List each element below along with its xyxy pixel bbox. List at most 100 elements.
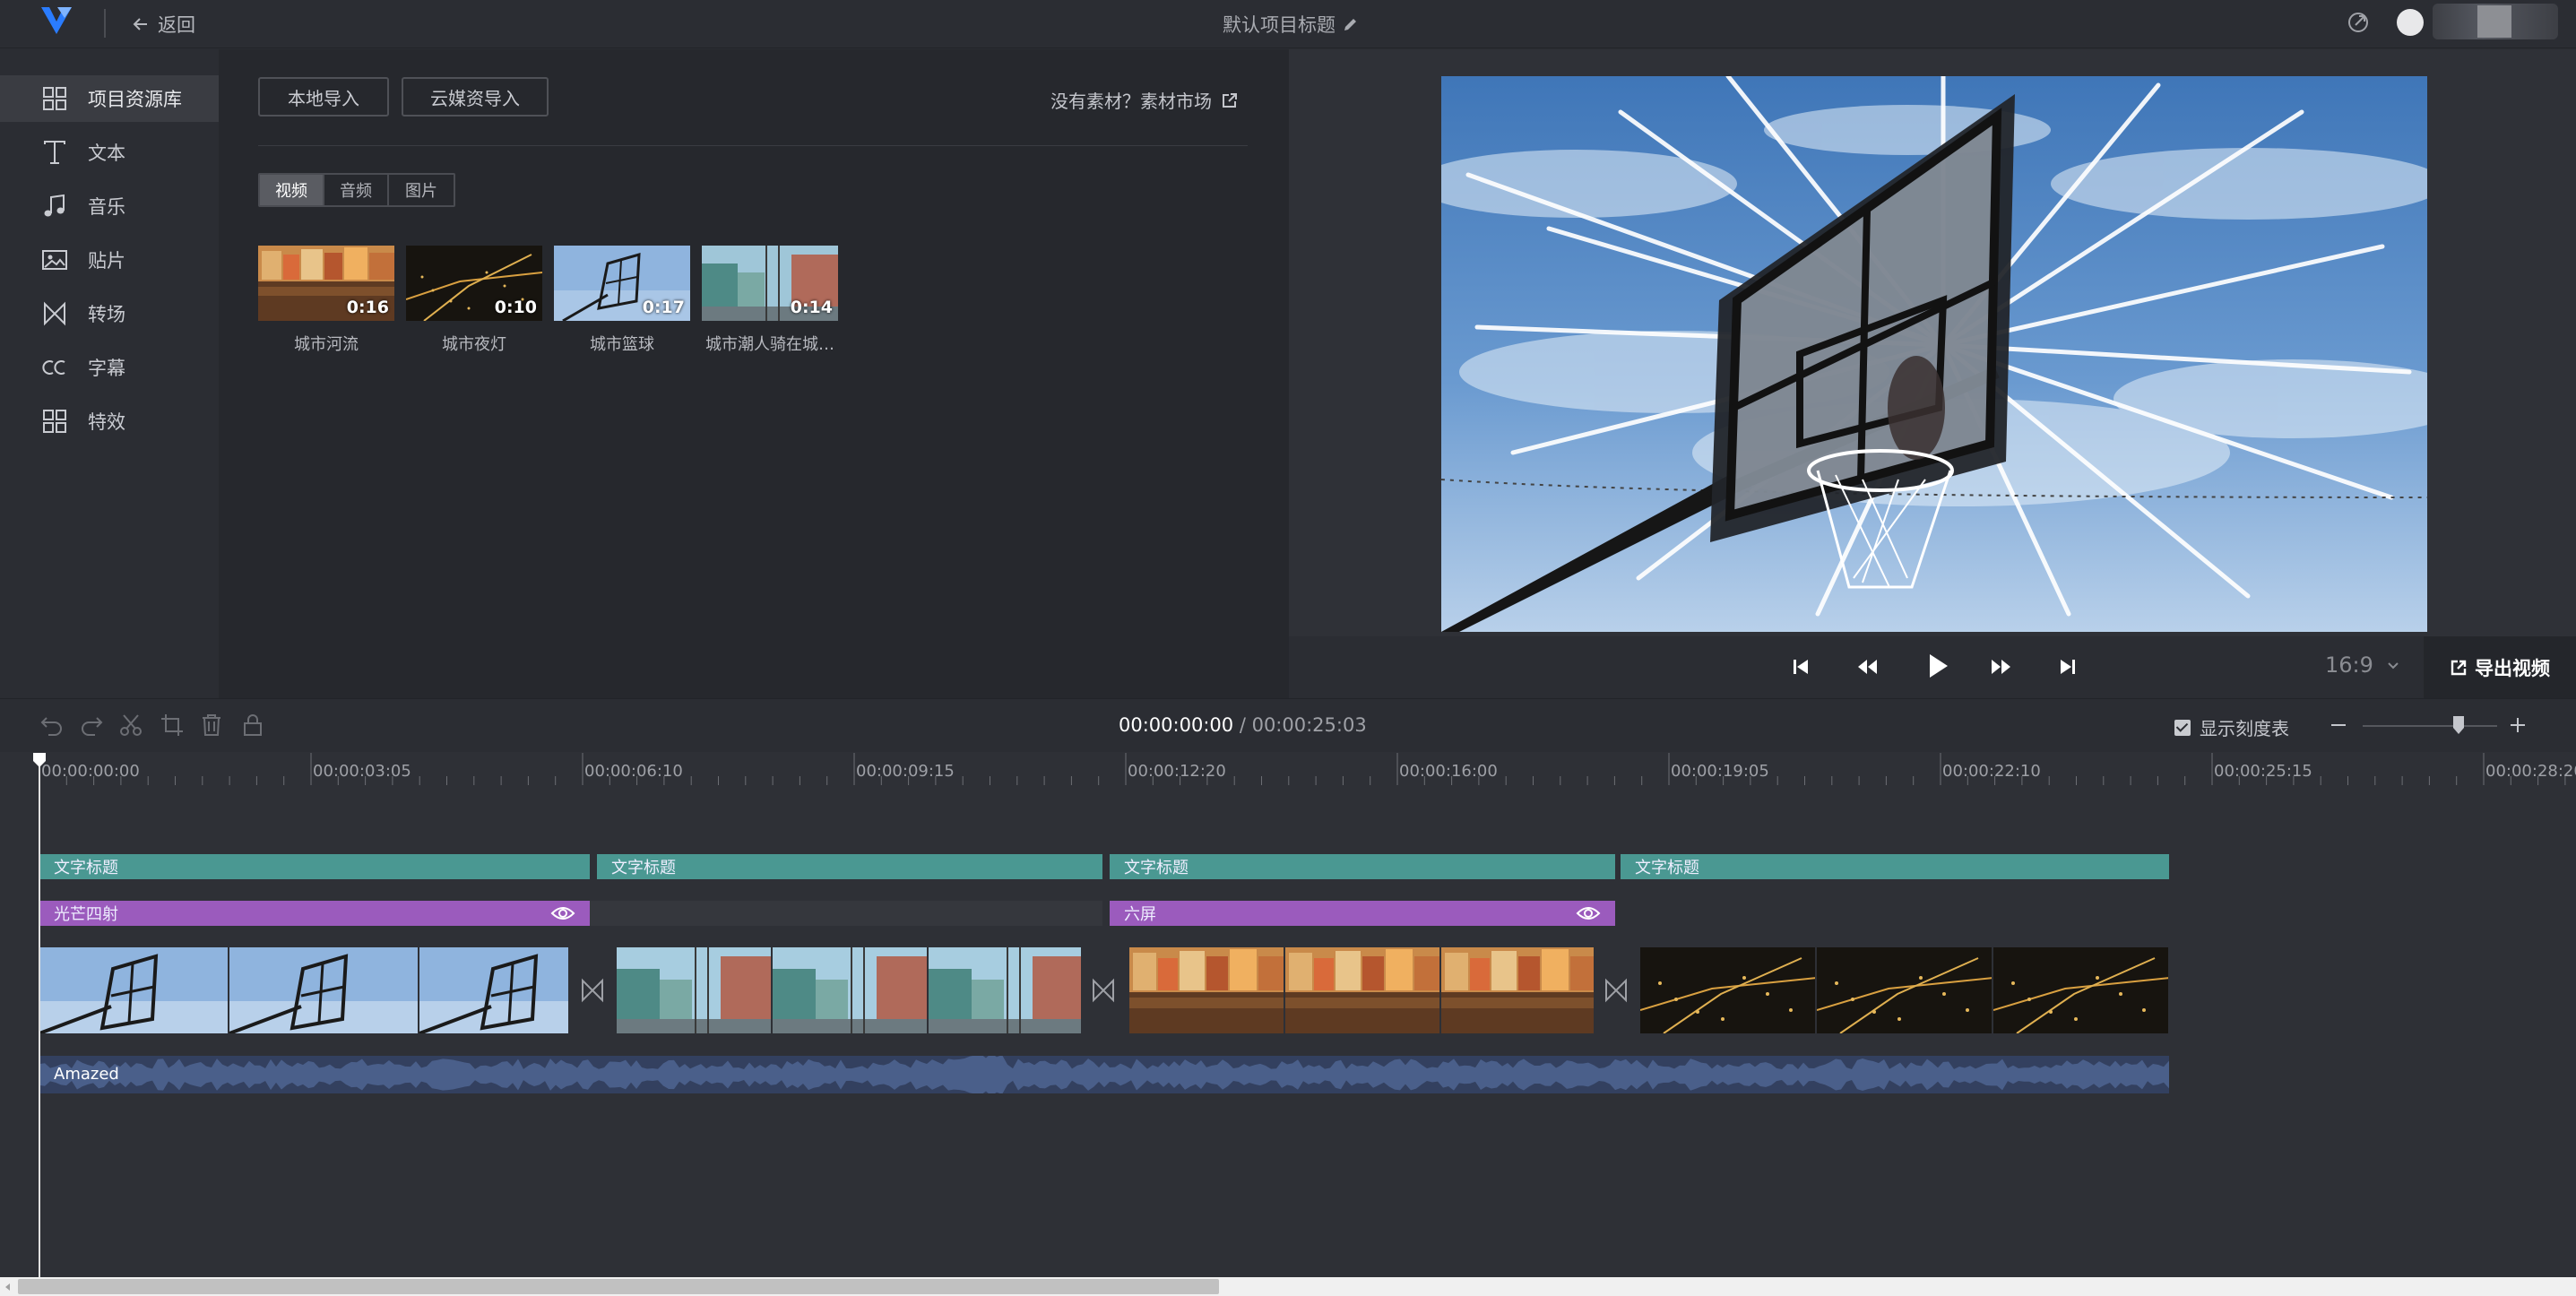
checkbox-checked-icon[interactable] xyxy=(2174,719,2191,736)
effect-clip[interactable]: 光芒四射 xyxy=(39,901,590,926)
header-divider xyxy=(104,9,106,38)
sidebar-item-sticker[interactable]: 贴片 xyxy=(0,237,219,283)
media-item-city-night[interactable]: 0:10 xyxy=(406,246,542,321)
sidebar-item-label: 转场 xyxy=(88,304,125,325)
timecode-display: 00:00:00:00 / 00:00:25:03 xyxy=(1119,714,1367,736)
sidebar-item-library[interactable]: 项目资源库 xyxy=(0,75,219,122)
back-label: 返回 xyxy=(158,14,195,36)
media-item-label: 城市篮球 xyxy=(590,335,654,354)
text-clip[interactable]: 文字标题 xyxy=(1621,854,2169,879)
ruler-tick-label: 00:00:22:10 xyxy=(1942,762,2041,781)
duration-badge: 0:16 xyxy=(346,298,389,317)
tab-audio[interactable]: 音频 xyxy=(324,175,389,205)
cloud-import-button[interactable]: 云媒资导入 xyxy=(402,77,549,117)
audio-clip[interactable] xyxy=(39,1056,2169,1093)
redo-icon[interactable] xyxy=(79,713,104,738)
total-time: 00:00:25:03 xyxy=(1251,714,1367,736)
media-item-city-river[interactable]: 0:16 xyxy=(258,246,394,321)
export-video-button[interactable]: 导出视频 xyxy=(2424,636,2576,698)
effect-clip[interactable]: 六屏 xyxy=(1110,901,1615,926)
sidebar-item-label: 项目资源库 xyxy=(88,89,182,110)
app-logo-icon xyxy=(41,7,72,34)
river-filmstrip xyxy=(1129,947,1594,1033)
sidebar-item-transition[interactable]: 转场 xyxy=(0,290,219,337)
aspect-ratio-value: 16:9 xyxy=(2325,652,2373,678)
ruler-tick-label: 00:00:06:10 xyxy=(584,762,683,781)
current-time: 00:00:00:00 xyxy=(1119,714,1234,736)
preview-video[interactable] xyxy=(1441,76,2427,632)
pencil-icon[interactable] xyxy=(1343,16,1359,32)
sidebar-item-subtitle[interactable]: 字幕 xyxy=(0,344,219,391)
text-clip[interactable]: 文字标题 xyxy=(39,854,590,879)
duration-badge: 0:10 xyxy=(494,298,537,317)
video-clip-basketball[interactable] xyxy=(39,947,568,1033)
show-ruler-checkbox[interactable]: 显示刻度表 xyxy=(2174,714,2289,740)
media-item-city-basketball[interactable]: 0:17 xyxy=(554,246,690,321)
skip-to-end-icon[interactable] xyxy=(2053,652,2083,682)
cc-icon xyxy=(42,360,65,375)
play-icon[interactable] xyxy=(1918,647,1956,685)
aspect-ratio-select[interactable]: 16:9 xyxy=(2325,652,2400,678)
media-item-city-cyclist[interactable]: 0:14 xyxy=(702,246,838,321)
lock-icon[interactable] xyxy=(240,713,265,738)
market-link-text: 没有素材？素材市场 xyxy=(1050,91,1212,112)
share-icon[interactable] xyxy=(2345,9,2372,36)
rewind-icon[interactable] xyxy=(1852,652,1882,682)
material-market-link[interactable]: 没有素材？素材市场 xyxy=(1050,87,1239,113)
effects-grid-icon xyxy=(43,410,66,433)
delete-trash-icon[interactable] xyxy=(199,713,224,738)
eye-icon[interactable] xyxy=(550,904,575,922)
zoom-in-icon[interactable] xyxy=(2506,713,2529,737)
sidebar-item-effects[interactable]: 特效 xyxy=(0,398,219,445)
video-clip-night[interactable] xyxy=(1640,947,2169,1033)
crop-icon[interactable] xyxy=(160,713,185,738)
export-icon xyxy=(2451,660,2467,675)
avatar[interactable] xyxy=(2397,9,2424,36)
zoom-slider-handle[interactable] xyxy=(2452,715,2465,735)
playhead-handle-icon[interactable] xyxy=(30,751,48,769)
tab-video[interactable]: 视频 xyxy=(260,175,324,205)
eye-icon[interactable] xyxy=(1576,904,1601,922)
arrow-left-icon xyxy=(133,18,147,30)
local-import-button[interactable]: 本地导入 xyxy=(258,77,389,117)
ruler-tick-label: 00:00:19:05 xyxy=(1671,762,1769,781)
transition-icon[interactable] xyxy=(1090,977,1117,1004)
playhead[interactable] xyxy=(39,753,40,1282)
ruler-tick-label: 00:00:00:00 xyxy=(41,762,140,781)
fast-forward-icon[interactable] xyxy=(1986,652,2017,682)
zoom-slider-track[interactable] xyxy=(2363,725,2497,727)
text-clip[interactable]: 文字标题 xyxy=(597,854,1102,879)
image-icon xyxy=(42,250,67,270)
basketball-filmstrip xyxy=(39,947,568,1033)
effect-clip-label: 光芒四射 xyxy=(54,905,118,924)
sidebar-item-music[interactable]: 音乐 xyxy=(0,183,219,229)
video-clip-river[interactable] xyxy=(1129,947,1594,1033)
external-link-icon xyxy=(1223,92,1237,108)
sidebar-item-label: 字幕 xyxy=(88,358,125,379)
skip-to-start-icon[interactable] xyxy=(1785,652,1816,682)
effect-track-gap[interactable] xyxy=(590,901,1102,926)
scroll-left-arrow-icon[interactable] xyxy=(2,1282,14,1292)
ruler-tick-label: 00:00:25:15 xyxy=(2214,762,2312,781)
media-item-label: 城市河流 xyxy=(294,335,359,354)
sidebar-item-text[interactable]: 文本 xyxy=(0,129,219,176)
undo-icon[interactable] xyxy=(39,713,65,738)
tab-image[interactable]: 图片 xyxy=(389,175,454,205)
project-title[interactable]: 默认项目标题 xyxy=(1165,11,1416,38)
transition-icon xyxy=(44,301,65,326)
transition-icon[interactable] xyxy=(579,977,606,1004)
text-clip[interactable]: 文字标题 xyxy=(1110,854,1615,879)
duration-badge: 0:14 xyxy=(790,298,833,317)
media-divider xyxy=(258,145,1248,146)
split-scissors-icon[interactable] xyxy=(118,713,143,738)
scrollbar-thumb[interactable] xyxy=(18,1279,1219,1294)
video-clip-cyclist[interactable] xyxy=(617,947,1081,1033)
project-title-text: 默认项目标题 xyxy=(1223,14,1336,36)
transition-icon[interactable] xyxy=(1603,977,1629,1004)
chevron-down-icon xyxy=(2388,662,2399,670)
back-button[interactable]: 返回 xyxy=(131,11,195,38)
audio-clip-label: Amazed xyxy=(54,1065,119,1084)
media-item-label: 城市夜灯 xyxy=(442,335,506,354)
time-separator: / xyxy=(1239,714,1246,736)
zoom-out-icon[interactable] xyxy=(2327,713,2350,737)
